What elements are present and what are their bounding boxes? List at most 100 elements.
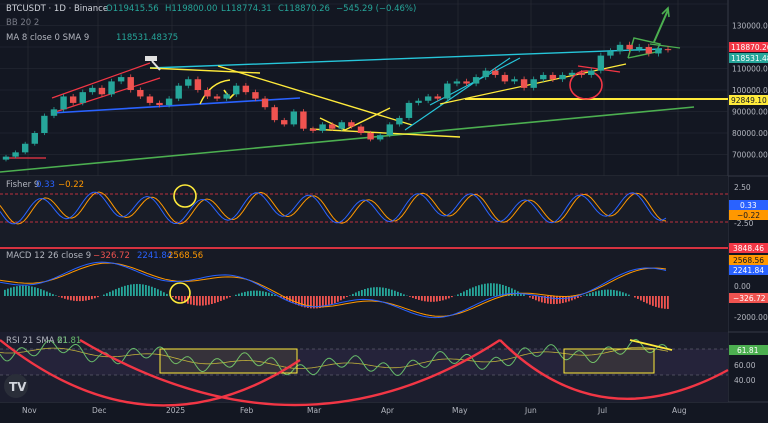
- candle-body: [223, 94, 229, 98]
- macd-histogram-bar: [421, 296, 423, 301]
- hammer-icon: [145, 56, 157, 61]
- macd-histogram-bar: [238, 294, 240, 296]
- rsi-value: 61.81: [57, 336, 81, 346]
- macd-value: 2241.84: [137, 251, 172, 261]
- macd-histogram-bar: [610, 290, 612, 296]
- macd-histogram-bar: [70, 296, 72, 300]
- macd-histogram-bar: [604, 290, 606, 296]
- macd-histogram-bar: [19, 286, 21, 296]
- macd-histogram-bar: [448, 296, 450, 298]
- candle-body: [492, 71, 498, 75]
- macd-histogram-bar: [148, 286, 150, 296]
- candle-body: [521, 79, 527, 88]
- trading-chart[interactable]: 130000.00120000.00110000.00100000.009000…: [0, 0, 768, 419]
- macd-histogram-bar: [223, 296, 225, 300]
- candle-body: [655, 49, 661, 53]
- symbol-label[interactable]: BTCUSDT · 1D · Binance: [6, 4, 108, 14]
- macd-histogram-bar: [481, 284, 483, 296]
- macd-histogram-bar: [580, 296, 582, 297]
- candle-body: [588, 71, 594, 75]
- candle-body: [118, 77, 124, 81]
- candle-body: [166, 99, 172, 105]
- macd-histogram-bar: [529, 296, 531, 298]
- macd-histogram-bar: [424, 296, 426, 301]
- macd-histogram-bar: [385, 288, 387, 296]
- candle-body: [483, 71, 489, 77]
- candle-body: [32, 133, 38, 144]
- macd-histogram-bar: [664, 296, 666, 309]
- macd-histogram-bar: [550, 296, 552, 304]
- macd-histogram-bar: [352, 294, 354, 296]
- fisher-tick-label: -2.50: [734, 219, 754, 228]
- candle-body: [444, 84, 450, 99]
- macd-label[interactable]: MACD 12 26 close 9: [6, 251, 91, 261]
- candle-body: [387, 124, 393, 135]
- candle-body: [329, 124, 335, 128]
- macd-histogram-bar: [637, 296, 639, 299]
- tradingview-logo[interactable]: TV: [4, 374, 28, 398]
- ma-label[interactable]: MA 8 close 0 SMA 9: [6, 33, 89, 43]
- macd-histogram-bar: [130, 284, 132, 296]
- bb-label[interactable]: BB 20 2: [6, 18, 39, 28]
- macd-histogram-bar: [124, 286, 126, 296]
- macd-histogram-bar: [265, 292, 267, 296]
- macd-histogram-bar: [394, 291, 396, 296]
- macd-histogram-bar: [175, 296, 177, 299]
- macd-histogram-bar: [361, 290, 363, 296]
- macd-histogram-bar: [409, 296, 411, 297]
- candle-body: [550, 75, 556, 79]
- macd-histogram-bar: [199, 296, 201, 306]
- macd-histogram-bar: [343, 296, 345, 299]
- support-level-text: 92849.10: [731, 96, 767, 105]
- candle-body: [137, 90, 143, 96]
- macd-histogram-bar: [496, 284, 498, 296]
- macd-histogram-bar: [106, 293, 108, 296]
- macd-histogram-bar: [85, 296, 87, 301]
- macd-histogram-bar: [211, 296, 213, 304]
- macd-histogram-bar: [151, 287, 153, 296]
- macd-histogram-bar: [559, 296, 561, 304]
- candle-body: [454, 81, 460, 83]
- candle-body: [435, 96, 441, 98]
- macd-histogram-bar: [472, 287, 474, 296]
- macd-histogram-bar: [499, 284, 501, 296]
- macd-histogram-bar: [58, 296, 60, 297]
- macd-histogram-bar: [442, 296, 444, 300]
- macd-histogram-bar: [28, 286, 30, 296]
- macd-histogram-bar: [607, 290, 609, 296]
- macd-histogram-bar: [595, 291, 597, 296]
- macd-histogram-bar: [178, 296, 180, 300]
- fisher-label[interactable]: Fisher 9: [6, 180, 39, 190]
- macd-histogram-bar: [331, 296, 333, 305]
- macd-histogram-bar: [13, 287, 15, 296]
- candle-body: [367, 133, 373, 139]
- macd-histogram-bar: [373, 287, 375, 296]
- macd-histogram-bar: [220, 296, 222, 301]
- macd-histogram-bar: [133, 284, 135, 296]
- macd-histogram-bar: [112, 290, 114, 296]
- macd-histogram-bar: [55, 295, 57, 296]
- macd-histogram-bar: [43, 290, 45, 296]
- macd-histogram-bar: [22, 286, 24, 296]
- rsi-legend: RSI 21 SMA 21 61.81: [6, 336, 81, 346]
- change-value: −545.29 (−0.46%): [336, 4, 416, 14]
- fisher-trigger-value: −0.22: [58, 180, 84, 190]
- macd-histogram-bar: [202, 296, 204, 306]
- candle-body: [80, 92, 86, 103]
- macd-histogram-bar: [439, 296, 441, 301]
- macd-histogram-bar: [256, 291, 258, 296]
- macd-histogram-bar: [622, 292, 624, 296]
- macd-histogram-bar: [367, 288, 369, 296]
- rsi-tick-label: 40.00: [734, 376, 756, 385]
- candle-body: [540, 75, 546, 79]
- macd-histogram-bar: [355, 292, 357, 296]
- macd-histogram-bar: [430, 296, 432, 302]
- macd-histogram-bar: [67, 296, 69, 300]
- open-value: O119415.56: [106, 4, 159, 14]
- macd-histogram-bar: [208, 296, 210, 305]
- macd-histogram-bar: [196, 296, 198, 305]
- macd-histogram-bar: [34, 287, 36, 296]
- macd-histogram-bar: [667, 296, 669, 309]
- candle-body: [626, 45, 632, 49]
- ma8-badge-text: 118531.483: [731, 54, 768, 63]
